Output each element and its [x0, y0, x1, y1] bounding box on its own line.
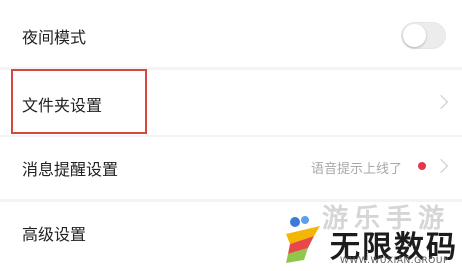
night-mode-toggle[interactable]: [401, 22, 446, 49]
message-reminder-label: 消息提醒设置: [22, 160, 119, 179]
message-reminder-hint: 语音提示上线了: [310, 162, 402, 177]
watermark-url: WWW.WUXIAN.GROUP: [340, 256, 449, 266]
watermark-logo-icon: [286, 216, 320, 263]
advanced-settings-label: 高级设置: [22, 225, 87, 244]
chevron-right-icon: [433, 158, 449, 174]
night-mode-label: 夜间模式: [22, 28, 87, 47]
settings-item-message-reminder[interactable]: 消息提醒设置 语音提示上线了: [0, 137, 462, 199]
highlight-annotation-box: [11, 69, 147, 134]
chevron-right-icon: [433, 94, 449, 110]
toggle-knob: [403, 24, 426, 47]
watermark: 游乐手游 无限数码 WWW.WUXIAN.GROUP: [270, 196, 462, 271]
notification-dot-icon: [418, 162, 426, 170]
settings-item-night-mode[interactable]: 夜间模式: [0, 0, 462, 67]
